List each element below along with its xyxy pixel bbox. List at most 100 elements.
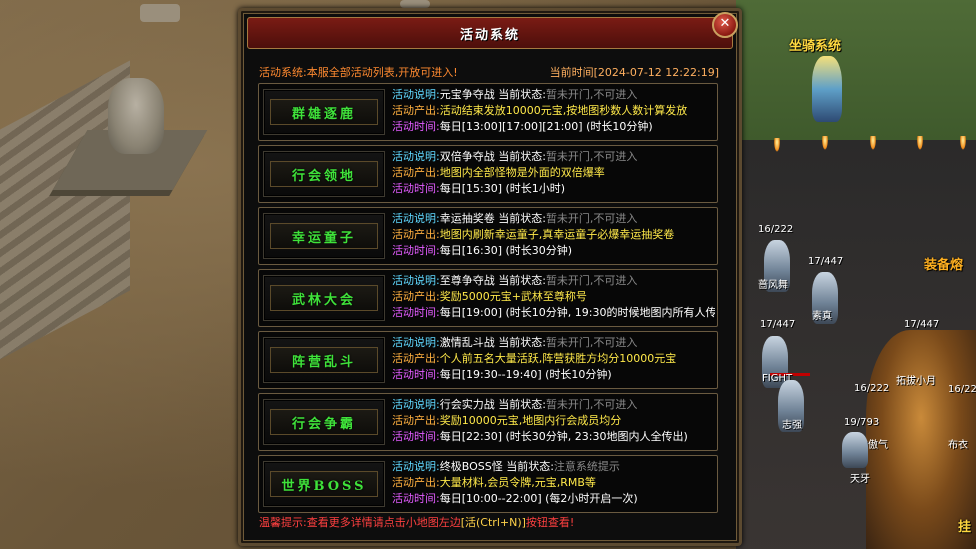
- desc-label: 活动说明:: [392, 88, 440, 101]
- torch-icon: [822, 136, 828, 150]
- state-value: 注意系统提示: [553, 460, 620, 473]
- rock: [140, 4, 180, 22]
- npc-mount-title[interactable]: 坐骑系统: [789, 35, 841, 54]
- activity-name: 世界BOSS: [281, 478, 367, 494]
- output-value: 奖励10000元宝,地图内行会成员均分: [439, 414, 622, 427]
- player-character[interactable]: [842, 432, 868, 468]
- player-name: 拓拔小月: [896, 376, 936, 387]
- activity-info: 活动说明:双倍争夺战 当前状态:暂未开门,不可进入 活动产出:地图内全部怪物是外…: [392, 149, 715, 199]
- output-value: 奖励5000元宝+武林至尊称号: [439, 290, 587, 303]
- player-name: 素真: [812, 311, 832, 322]
- rock: [400, 0, 430, 8]
- time-value: 每日[13:00][17:00][21:00] (时长10分钟): [439, 120, 653, 133]
- desc-label: 活动说明:: [392, 336, 440, 349]
- activity-row: 行会领地 活动说明:双倍争夺战 当前状态:暂未开门,不可进入 活动产出:地图内全…: [258, 145, 718, 203]
- state-label: 当前状态:: [498, 88, 546, 101]
- desc-label: 活动说明:: [392, 274, 440, 287]
- activity-name: 武林大会: [291, 292, 356, 308]
- output-line: 活动产出:奖励10000元宝,地图内行会成员均分: [392, 413, 715, 429]
- player-hp: 16/222: [758, 224, 794, 235]
- footer-suffix: 按钮查看!: [525, 516, 575, 529]
- npc-mount-keeper[interactable]: [812, 56, 842, 122]
- close-button[interactable]: ✕: [712, 12, 738, 38]
- activity-enter-button[interactable]: 幸运童子: [263, 213, 385, 259]
- output-label: 活动产出:: [392, 352, 440, 365]
- npc-equip-title[interactable]: 装备熔: [924, 254, 963, 273]
- time-line: 活动时间:每日[15:30] (时长1小时): [392, 181, 715, 197]
- player-name: 天牙: [850, 474, 870, 485]
- time-label: 活动时间:: [392, 306, 440, 319]
- time-value: 每日[19:00] (时长10分钟, 19:30的时候地图内所有人传出): [439, 306, 715, 319]
- desc-line: 活动说明:至尊争夺战 当前状态:暂未开门,不可进入: [392, 273, 715, 289]
- activity-info: 活动说明:幸运抽奖卷 当前状态:暂未开门,不可进入 活动产出:地图内刷新幸运童子…: [392, 211, 715, 261]
- desc-line: 活动说明:幸运抽奖卷 当前状态:暂未开门,不可进入: [392, 211, 715, 227]
- activity-info: 活动说明:激情乱斗战 当前状态:暂未开门,不可进入 活动产出:个人前五名大量活跃…: [392, 335, 715, 385]
- state-value: 暂未开门,不可进入: [545, 150, 638, 163]
- footer-hotkey[interactable]: [活(Ctrl+N)]: [461, 516, 526, 529]
- output-line: 活动产出:个人前五名大量活跃,阵营获胜方均分10000元宝: [392, 351, 715, 367]
- time-line: 活动时间:每日[19:00] (时长10分钟, 19:30的时候地图内所有人传出…: [392, 305, 715, 321]
- grass-terrace: [736, 0, 976, 140]
- output-value: 活动结束发放10000元宝,按地图秒数人数计算发放: [439, 104, 688, 117]
- output-label: 活动产出:: [392, 104, 440, 117]
- desc-value: 幸运抽奖卷: [439, 212, 495, 225]
- time-line: 活动时间:每日[19:30--19:40] (时长10分钟): [392, 367, 715, 383]
- desc-value: 至尊争夺战: [439, 274, 495, 287]
- activity-button-frame: 世界BOSS: [270, 471, 378, 497]
- player-hp: 16/222: [948, 384, 976, 395]
- activity-enter-button[interactable]: 群雄逐鹿: [263, 89, 385, 135]
- activity-row: 群雄逐鹿 活动说明:元宝争夺战 当前状态:暂未开门,不可进入 活动产出:活动结束…: [258, 83, 718, 141]
- time-line: 活动时间:每日[16:30] (时长30分钟): [392, 243, 715, 259]
- lion-statue: [108, 78, 164, 154]
- time-line: 活动时间:每日[10:00--22:00] (每2小时开启一次): [392, 491, 715, 507]
- activity-info: 活动说明:行会实力战 当前状态:暂未开门,不可进入 活动产出:奖励10000元宝…: [392, 397, 715, 447]
- player-hp: 19/793: [844, 417, 880, 428]
- activity-name: 群雄逐鹿: [291, 106, 356, 122]
- desc-value: 终极BOSS怪: [439, 460, 503, 473]
- player-name: 布衣: [948, 440, 968, 451]
- activity-button-frame: 行会领地: [270, 161, 378, 187]
- state-label: 当前状态:: [498, 150, 546, 163]
- time-line: 活动时间:每日[13:00][17:00][21:00] (时长10分钟): [392, 119, 715, 135]
- torch-icon: [774, 138, 780, 152]
- activity-enter-button[interactable]: 行会领地: [263, 151, 385, 197]
- state-label: 当前状态:: [506, 460, 554, 473]
- activity-row: 世界BOSS 活动说明:终极BOSS怪 当前状态:注意系统提示 活动产出:大量材…: [258, 455, 718, 513]
- desc-value: 元宝争夺战: [439, 88, 495, 101]
- player-hp: 17/447: [808, 256, 844, 267]
- desc-label: 活动说明:: [392, 150, 440, 163]
- output-value: 大量材料,会员令牌,元宝,RMB等: [439, 476, 596, 489]
- output-value: 地图内全部怪物是外面的双倍爆率: [439, 166, 605, 179]
- output-label: 活动产出:: [392, 414, 440, 427]
- desc-line: 活动说明:双倍争夺战 当前状态:暂未开门,不可进入: [392, 149, 715, 165]
- time-label: 活动时间:: [392, 120, 440, 133]
- player-hp: 17/447: [760, 319, 796, 330]
- state-value: 暂未开门,不可进入: [545, 212, 638, 225]
- intro-text: 活动系统:本服全部活动列表,开放可进入!: [259, 66, 458, 79]
- footer-tip: 温馨提示:查看更多详情请点击小地图左边[活(Ctrl+N)]按钮查看!: [259, 514, 574, 530]
- state-value: 暂未开门,不可进入: [545, 88, 638, 101]
- output-line: 活动产出:地图内刷新幸运童子,真幸运童子必爆幸运抽奖卷: [392, 227, 715, 243]
- time-label: 活动时间:: [392, 182, 440, 195]
- output-label: 活动产出:: [392, 476, 440, 489]
- activity-enter-button[interactable]: 武林大会: [263, 275, 385, 321]
- state-label: 当前状态:: [498, 212, 546, 225]
- activity-name: 行会领地: [291, 168, 356, 184]
- desc-value: 激情乱斗战: [439, 336, 495, 349]
- activity-enter-button[interactable]: 行会争霸: [263, 399, 385, 445]
- footer-prefix: 温馨提示:查看更多详情请点击小地图左边: [259, 516, 461, 529]
- activity-enter-button[interactable]: 阵营乱斗: [263, 337, 385, 383]
- output-line: 活动产出:地图内全部怪物是外面的双倍爆率: [392, 165, 715, 181]
- time-value: 每日[10:00--22:00] (每2小时开启一次): [439, 492, 638, 505]
- output-label: 活动产出:: [392, 228, 440, 241]
- edge-label: 挂: [958, 520, 972, 535]
- time-value: 每日[15:30] (时长1小时): [439, 182, 566, 195]
- time-value: 每日[19:30--19:40] (时长10分钟): [439, 368, 612, 381]
- desc-value: 双倍争夺战: [439, 150, 495, 163]
- output-line: 活动产出:活动结束发放10000元宝,按地图秒数人数计算发放: [392, 103, 715, 119]
- activity-name: 阵营乱斗: [291, 354, 356, 370]
- activity-enter-button[interactable]: 世界BOSS: [263, 461, 385, 507]
- torch-icon: [960, 136, 966, 150]
- state-label: 当前状态:: [498, 398, 546, 411]
- desc-label: 活动说明:: [392, 398, 440, 411]
